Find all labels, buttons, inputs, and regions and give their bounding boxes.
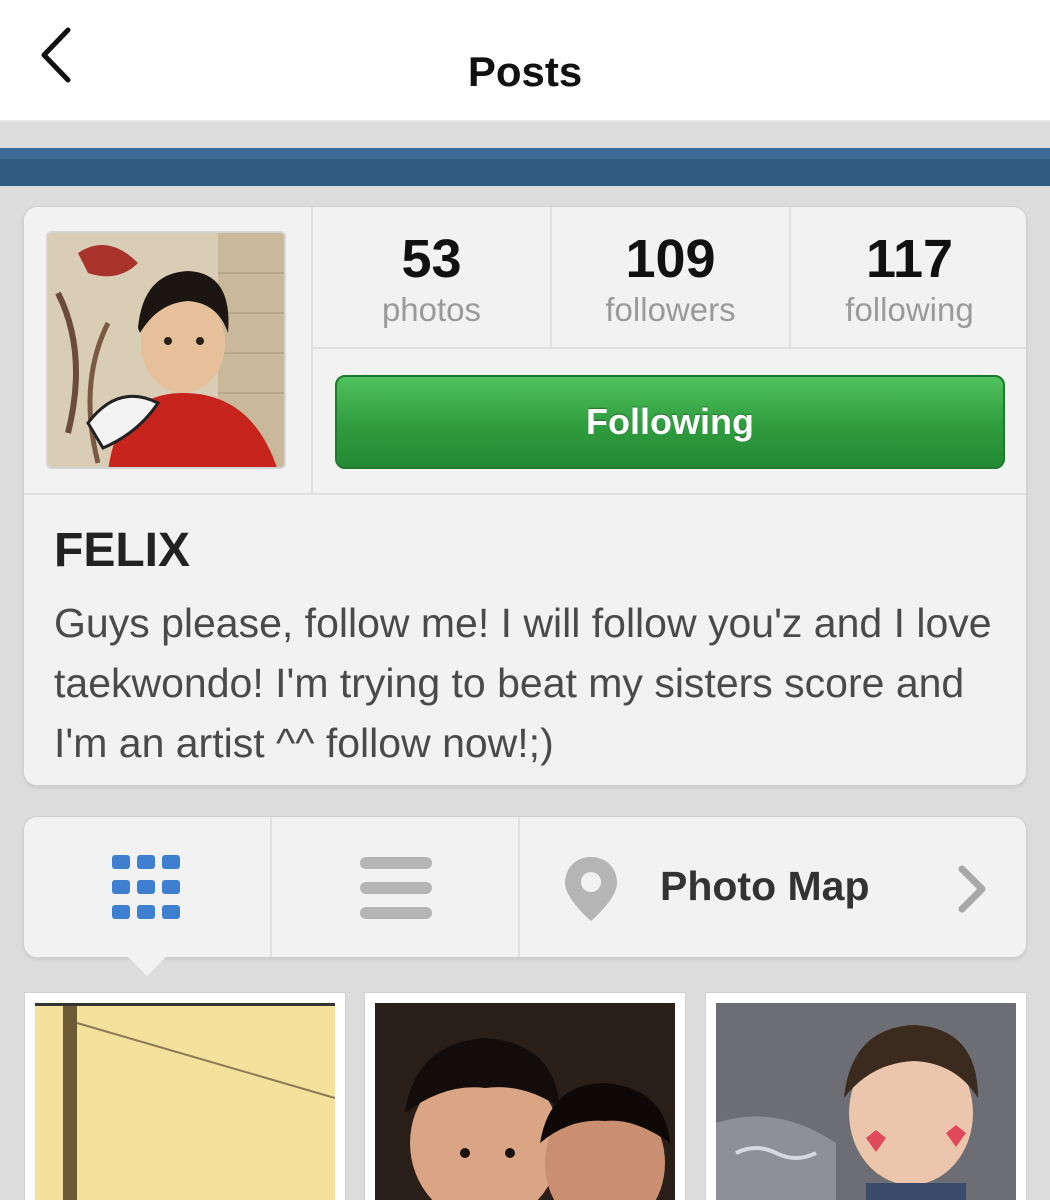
profile-name: FELIX — [54, 524, 191, 577]
photo-thumbnail[interactable] — [24, 992, 346, 1200]
photo-thumbnail[interactable] — [705, 992, 1027, 1200]
photo-thumbnail[interactable] — [364, 992, 686, 1200]
page-title: Posts — [467, 48, 583, 95]
stat-value: 117 — [865, 229, 954, 289]
avatar-image — [48, 233, 284, 467]
avatar[interactable] — [46, 231, 286, 469]
horizontal-divider — [24, 493, 1026, 495]
stat-followers[interactable]: 109 followers — [552, 207, 791, 347]
navigation-bar: Posts — [0, 0, 1050, 122]
list-icon — [360, 857, 432, 919]
list-view-tab[interactable] — [272, 817, 520, 957]
photo-image — [716, 1003, 1016, 1200]
following-button[interactable]: Following — [335, 375, 1005, 469]
stat-following[interactable]: 117 following — [791, 207, 1026, 347]
chevron-right-icon — [958, 865, 986, 913]
stat-label: followers — [605, 291, 736, 328]
stat-value: 109 — [625, 229, 716, 289]
stat-label: photos — [381, 291, 482, 328]
photo-image — [35, 1003, 335, 1200]
photo-image — [375, 1003, 675, 1200]
photo-map-tab[interactable]: Photo Map — [520, 817, 1026, 957]
stat-label: following — [845, 291, 974, 328]
profile-bio: Guys please, follow me! I will follow yo… — [54, 600, 992, 766]
active-tab-pointer — [127, 956, 167, 976]
profile-card: 53 photos 109 followers 117 following Fo… — [23, 206, 1027, 786]
photo-map-label: Photo Map — [660, 863, 870, 909]
map-pin-icon — [565, 857, 617, 921]
grid-icon — [112, 855, 180, 919]
header-strip — [0, 148, 1050, 186]
grid-view-tab[interactable] — [24, 817, 272, 957]
stat-value: 53 — [401, 229, 462, 289]
view-switcher: Photo Map — [23, 816, 1027, 958]
profile-stats: 53 photos 109 followers 117 following — [313, 207, 1026, 349]
stat-photos[interactable]: 53 photos — [313, 207, 552, 347]
